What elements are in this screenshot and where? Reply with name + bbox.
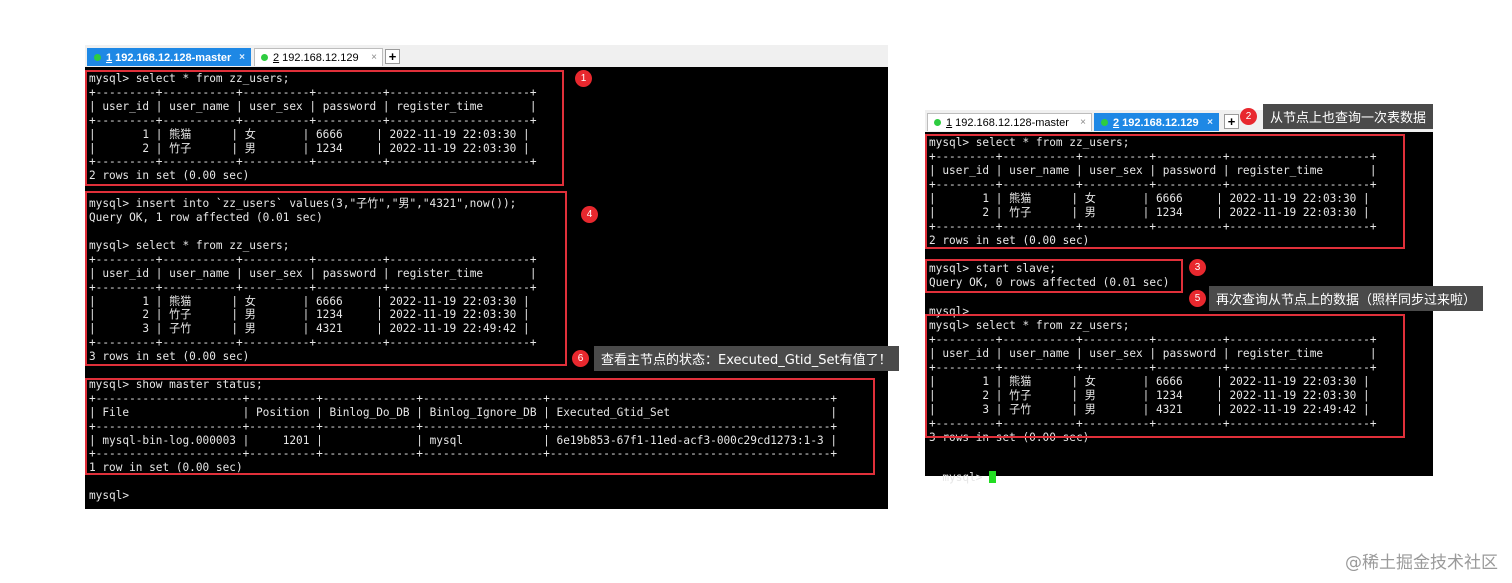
master-window-tab-1[interactable]: 1 192.168.12.128-master × [87,48,251,66]
highlight-box-3 [925,259,1183,293]
highlight-box-6 [85,378,875,475]
close-icon[interactable]: × [1080,114,1086,132]
highlight-box-2 [925,134,1405,249]
connected-status-icon [94,53,101,61]
step-4-badge: 4 [581,206,598,223]
step-5-badge: 5 [1189,290,1206,307]
close-icon[interactable]: × [1207,114,1213,132]
step-6-badge: 6 [572,350,589,367]
master-tab-bar: 1 192.168.12.128-master × 2 192.168.12.129 ×… [85,45,888,68]
slave-window-tab-1[interactable]: 1 192.168.12.128-master × [927,113,1092,131]
watermark: @稀土掘金技术社区 [1345,553,1498,573]
master-window-tab-2[interactable]: 2 192.168.12.129 × [254,48,383,66]
cursor-icon [989,471,997,484]
step-6-note: 查看主节点的状态：Executed_Gtid_Set有值了！ [594,346,899,371]
step-5-note: 再次查询从节点上的数据（照样同步过来啦） [1209,286,1484,311]
slave-prompt-line[interactable]: mysql> [929,457,997,485]
step-1-note: 主节点上先查询一次表数据 [605,75,762,90]
step-4-note: 在主节点上插入一条ID=3的数据 [610,211,800,226]
highlight-box-4 [85,191,567,366]
step-2-note: 从节点上也查询一次表数据 [1263,104,1434,129]
step-3-note: 开启从节点的同步线程 [1219,264,1350,279]
terminal-line: mysql> [89,489,130,503]
new-tab-button[interactable]: + [1224,114,1239,129]
highlight-box-1 [85,70,564,186]
step-1-badge: 1 [575,70,592,87]
new-tab-button[interactable]: + [385,49,400,64]
step-3-badge: 3 [1189,259,1206,276]
close-icon[interactable]: × [371,49,377,67]
connected-status-icon [261,53,268,61]
connected-status-icon [1101,118,1108,126]
slave-window-tab-2[interactable]: 2 192.168.12.129 × [1094,113,1219,131]
step-2-badge: 2 [1240,108,1257,125]
highlight-box-5 [925,314,1405,438]
close-icon[interactable]: × [239,49,245,67]
connected-status-icon [934,118,941,126]
